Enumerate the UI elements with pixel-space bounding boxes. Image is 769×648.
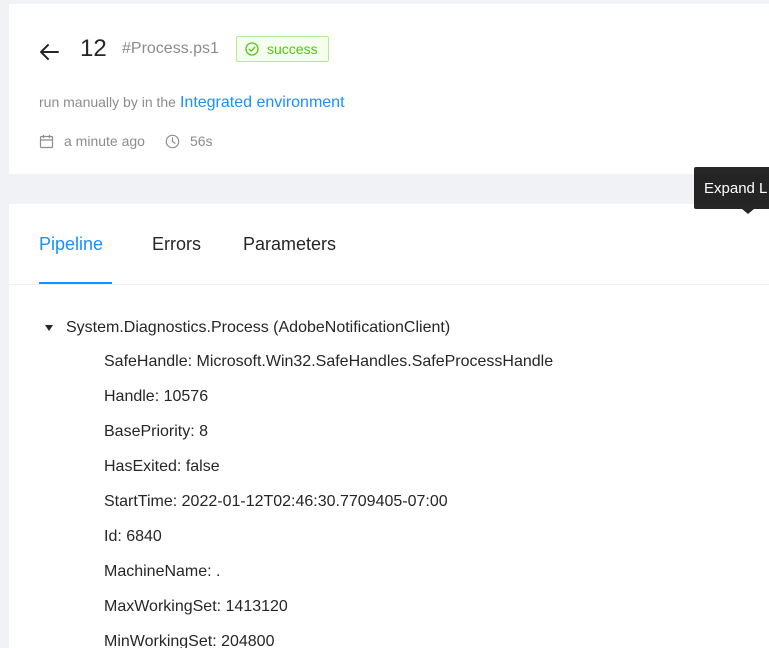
tree-property: MinWorkingSet: 204800: [104, 633, 275, 648]
tab-bar: Pipeline Errors Parameters: [9, 204, 769, 285]
script-name: #Process.ps1: [122, 40, 219, 57]
tree-property: MaxWorkingSet: 1413120: [104, 598, 288, 615]
tab-pipeline[interactable]: Pipeline: [39, 234, 103, 255]
tab-parameters[interactable]: Parameters: [243, 234, 336, 255]
caret-down-icon[interactable]: [45, 325, 53, 331]
tree-property: SafeHandle: Microsoft.Win32.SafeHandles.…: [104, 353, 554, 370]
duration: 56s: [189, 133, 213, 149]
tree-property: BasePriority: 8: [104, 423, 209, 440]
run-duration: 56s: [165, 133, 213, 149]
tooltip-arrow: [742, 209, 754, 214]
run-info: run manually by in the Integrated enviro…: [39, 94, 345, 112]
run-time: a minute ago: [39, 133, 145, 149]
run-details-card: Pipeline Errors Parameters System.Diagno…: [9, 204, 769, 648]
expand-tooltip: Expand L: [694, 167, 769, 209]
back-button[interactable]: [37, 40, 61, 64]
active-tab-indicator: [39, 282, 112, 284]
tree-node-label: System.Diagnostics.Process (AdobeNotific…: [66, 319, 451, 336]
tree-property: HasExited: false: [104, 458, 220, 475]
calendar-icon: [39, 134, 54, 148]
status-text: success: [267, 41, 318, 57]
tree-property: Handle: 10576: [104, 388, 209, 405]
time-ago: a minute ago: [64, 133, 145, 149]
environment-link[interactable]: Integrated environment: [180, 94, 345, 112]
tree-property: MachineName: .: [104, 563, 221, 580]
tree-property: Id: 6840: [104, 528, 162, 545]
check-circle-icon: [245, 42, 259, 56]
tree-node-root[interactable]: System.Diagnostics.Process (AdobeNotific…: [45, 318, 450, 338]
run-header-card: 12 #Process.ps1 success run manually by …: [9, 4, 769, 174]
run-number: 12: [80, 35, 107, 62]
arrow-left-icon: [40, 44, 59, 60]
run-meta: a minute ago 56s: [39, 133, 233, 149]
page: 12 #Process.ps1 success run manually by …: [0, 0, 769, 648]
status-badge: success: [236, 36, 329, 62]
clock-icon: [165, 134, 180, 148]
tab-errors[interactable]: Errors: [152, 234, 201, 255]
tree-property: StartTime: 2022-01-12T02:46:30.7709405-0…: [104, 493, 448, 510]
run-info-prefix: run manually by in the: [39, 94, 176, 110]
